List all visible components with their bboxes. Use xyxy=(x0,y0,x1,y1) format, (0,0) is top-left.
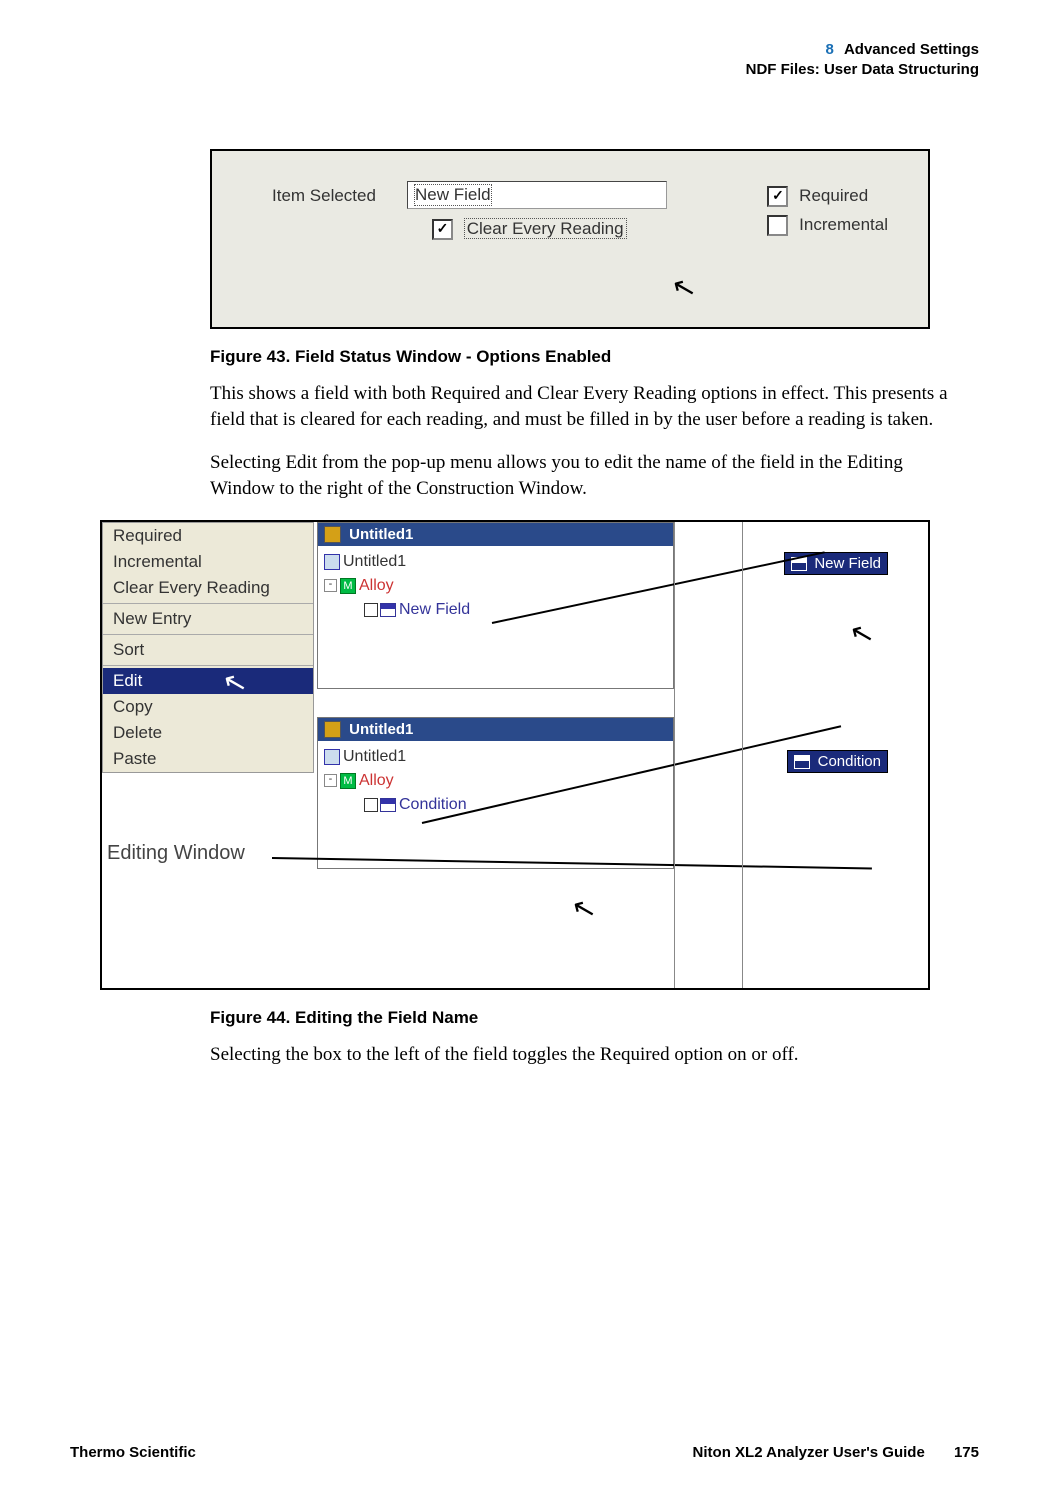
menu-edit[interactable]: Edit ↖ xyxy=(103,668,313,694)
folder-icon xyxy=(324,526,341,543)
edit-field-bottom[interactable]: Condition xyxy=(787,750,888,773)
paragraph-3: Selecting the box to the left of the fie… xyxy=(210,1042,950,1068)
edit-field-bottom-text: Condition xyxy=(818,753,881,770)
field-icon xyxy=(380,798,396,812)
folder-icon xyxy=(324,721,341,738)
tree-item-condition[interactable]: Condition xyxy=(399,796,467,813)
tree-item[interactable]: Untitled1 xyxy=(343,748,406,765)
figure-44-panel: Required Incremental Clear Every Reading… xyxy=(100,520,930,990)
menu-copy[interactable]: Copy xyxy=(103,694,313,720)
tree-item-alloy[interactable]: Alloy xyxy=(359,772,394,789)
page-header: 8 Advanced Settings NDF Files: User Data… xyxy=(70,40,979,79)
context-menu: Required Incremental Clear Every Reading… xyxy=(102,522,314,773)
chapter-number: 8 xyxy=(825,41,833,58)
tree-item-newfield[interactable]: New Field xyxy=(399,601,470,618)
required-checkbox[interactable]: ✓ xyxy=(767,186,788,207)
page-footer: Thermo Scientific Niton XL2 Analyzer Use… xyxy=(70,1444,979,1461)
chapter-title: Advanced Settings xyxy=(844,41,979,58)
clear-every-reading-label: Clear Every Reading xyxy=(464,218,627,239)
field-icon xyxy=(794,755,810,769)
footer-left: Thermo Scientific xyxy=(70,1444,196,1461)
paragraph-1: This shows a field with both Required an… xyxy=(210,381,950,432)
incremental-checkbox[interactable] xyxy=(767,215,788,236)
cursor-icon: ↖ xyxy=(672,271,695,304)
tree-item-alloy[interactable]: Alloy xyxy=(359,577,394,594)
field-name-input[interactable]: New Field xyxy=(407,181,667,209)
menu-separator xyxy=(103,665,313,666)
menu-separator xyxy=(103,634,313,635)
tree-bottom-titlebar: Untitled1 xyxy=(318,718,673,742)
m-icon: M xyxy=(340,773,356,789)
menu-edit-label: Edit xyxy=(113,671,142,690)
menu-clear[interactable]: Clear Every Reading xyxy=(103,575,313,601)
tree-panel-bottom: Untitled1 Untitled1 -MAlloy Condition xyxy=(317,717,674,869)
menu-paste[interactable]: Paste xyxy=(103,746,313,772)
incremental-label: Incremental xyxy=(799,215,888,234)
menu-required[interactable]: Required xyxy=(103,523,313,549)
cursor-icon: ↖ xyxy=(572,892,595,925)
tree-bottom-title: Untitled1 xyxy=(349,721,413,738)
cursor-icon: ↖ xyxy=(850,617,873,650)
tree-top-titlebar: Untitled1 xyxy=(318,523,673,547)
footer-guide-title: Niton XL2 Analyzer User's Guide xyxy=(693,1444,925,1461)
field-icon xyxy=(380,603,396,617)
figure-43-caption: Figure 43. Field Status Window - Options… xyxy=(210,347,979,367)
field-required-checkbox[interactable] xyxy=(364,603,378,617)
collapse-icon[interactable]: - xyxy=(324,774,337,787)
menu-incremental[interactable]: Incremental xyxy=(103,549,313,575)
page-number: 175 xyxy=(954,1444,979,1461)
menu-new-entry[interactable]: New Entry xyxy=(103,606,313,632)
edit-field-top[interactable]: New Field xyxy=(784,552,888,575)
tree-item[interactable]: Untitled1 xyxy=(343,553,406,570)
edit-field-top-text: New Field xyxy=(814,555,881,572)
divider xyxy=(674,522,675,988)
menu-delete[interactable]: Delete xyxy=(103,720,313,746)
collapse-icon[interactable]: - xyxy=(324,579,337,592)
item-selected-label: Item Selected xyxy=(272,186,376,206)
clear-every-reading-checkbox[interactable]: ✓ xyxy=(432,219,453,240)
field-required-checkbox[interactable] xyxy=(364,798,378,812)
m-icon: M xyxy=(340,578,356,594)
header-subtitle: NDF Files: User Data Structuring xyxy=(70,60,979,80)
paragraph-2: Selecting Edit from the pop-up menu allo… xyxy=(210,450,950,501)
required-label: Required xyxy=(799,186,868,205)
list-icon xyxy=(324,554,340,570)
tree-top-title: Untitled1 xyxy=(349,526,413,543)
tree-panel-top: Untitled1 Untitled1 -MAlloy New Field xyxy=(317,522,674,689)
list-icon xyxy=(324,749,340,765)
divider xyxy=(742,522,743,988)
figure-43-panel: Item Selected New Field ✓ Clear Every Re… xyxy=(210,149,930,329)
field-name-value: New Field xyxy=(414,184,492,206)
menu-separator xyxy=(103,603,313,604)
menu-sort[interactable]: Sort xyxy=(103,637,313,663)
editing-window-label: Editing Window xyxy=(107,842,245,865)
figure-44-caption: Figure 44. Editing the Field Name xyxy=(210,1008,979,1028)
